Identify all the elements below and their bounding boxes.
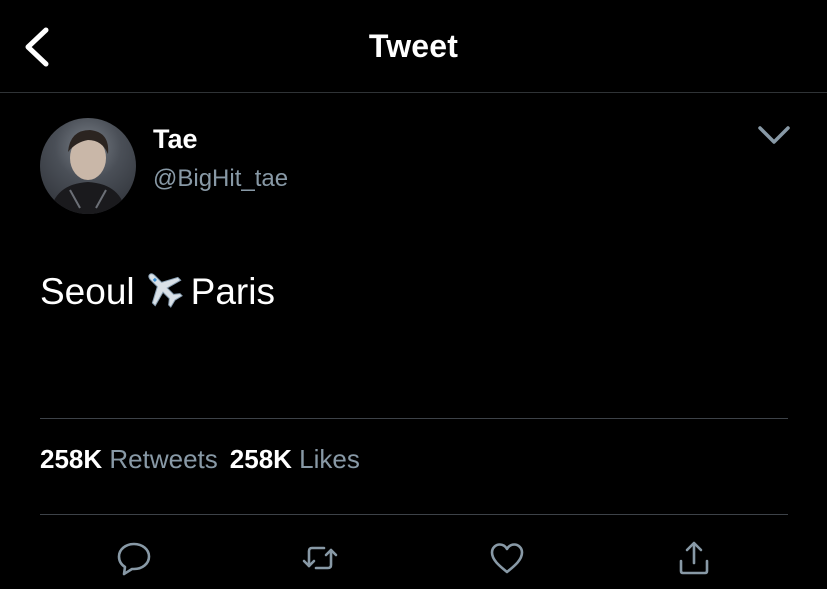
chevron-down-icon bbox=[758, 126, 790, 144]
tweet-stats: 258K Retweets 258K Likes bbox=[40, 444, 360, 475]
divider bbox=[40, 514, 788, 515]
author-display-name[interactable]: Tae bbox=[153, 124, 198, 155]
like-button[interactable] bbox=[487, 538, 527, 578]
avatar-image bbox=[50, 130, 126, 214]
tweet-detail-screen: Tweet Tae @BigHit_tae Seoul Paris 258K R… bbox=[0, 0, 827, 589]
likes-label: Likes bbox=[299, 444, 360, 474]
share-icon bbox=[679, 541, 709, 575]
tweet-text: Seoul Paris bbox=[40, 266, 275, 315]
airplane-icon bbox=[141, 266, 185, 310]
reply-icon bbox=[117, 542, 151, 576]
retweets-count: 258K bbox=[40, 444, 103, 474]
retweet-icon bbox=[302, 546, 338, 570]
top-bar: Tweet bbox=[0, 0, 827, 93]
retweet-button[interactable] bbox=[300, 538, 340, 578]
avatar[interactable] bbox=[40, 118, 136, 214]
reply-button[interactable] bbox=[114, 538, 154, 578]
retweets-stat[interactable]: 258K Retweets bbox=[40, 444, 218, 474]
likes-count: 258K bbox=[229, 444, 292, 474]
share-button[interactable] bbox=[674, 538, 714, 578]
divider bbox=[40, 418, 788, 419]
tweet-text-origin: Seoul bbox=[40, 271, 135, 312]
author-handle[interactable]: @BigHit_tae bbox=[153, 165, 288, 193]
tweet-text-destination: Paris bbox=[190, 271, 275, 312]
retweets-label: Retweets bbox=[109, 444, 218, 474]
more-options-button[interactable] bbox=[756, 120, 792, 148]
like-icon bbox=[490, 543, 524, 574]
likes-stat[interactable]: 258K Likes bbox=[230, 444, 360, 474]
page-title: Tweet bbox=[368, 28, 459, 64]
